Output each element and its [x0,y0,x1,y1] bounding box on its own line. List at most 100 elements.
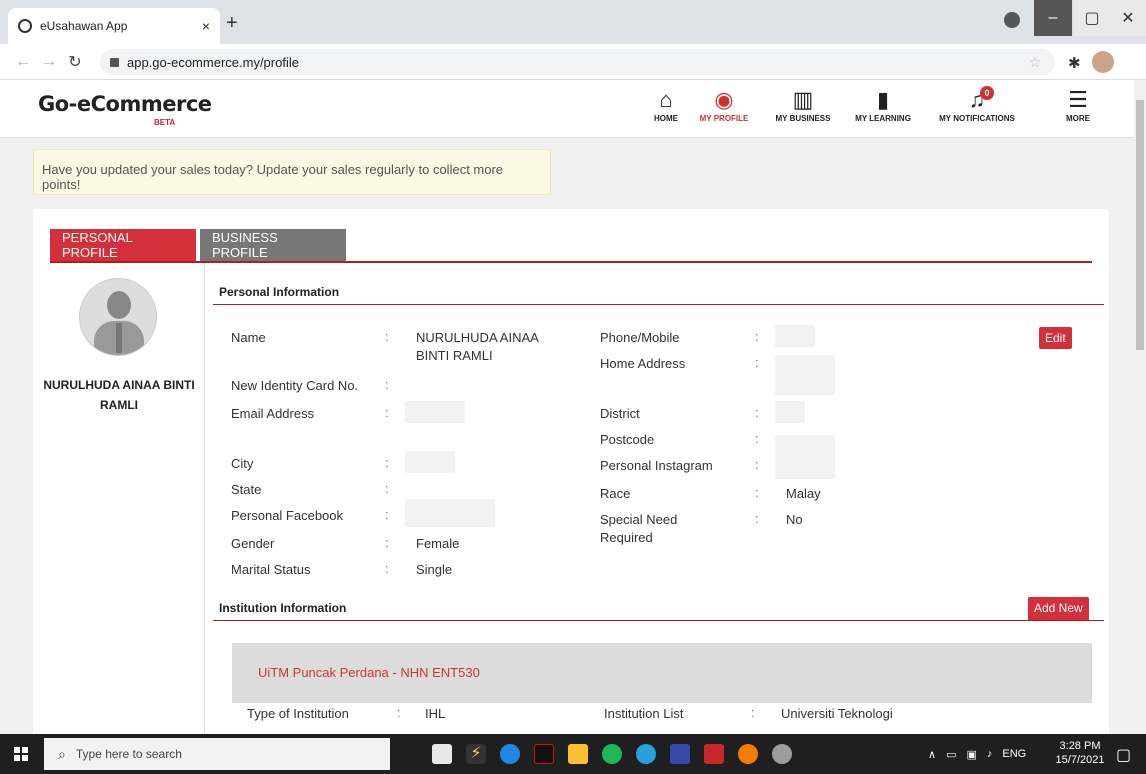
label-name: Name [231,330,266,345]
label-race: Race [600,486,631,501]
taskbar-clock[interactable]: 3:28 PM 15/7/2021 [1052,739,1108,767]
redacted-district [775,401,805,423]
url-text: app.go-ecommerce.my/profile [127,54,299,70]
label-type-of-institution: Type of Institution [247,706,349,721]
personal-info-heading: Personal Information [219,285,340,299]
label-instagram: Personal Instagram [600,458,713,473]
label-district: District [600,406,640,421]
redacted-email [405,401,465,423]
edit-button[interactable]: Edit [1039,327,1072,349]
tab-close-icon[interactable]: × [202,18,210,34]
site-favicon-icon [18,19,32,33]
label-home-address: Home Address [600,356,686,371]
colon: : [385,405,389,420]
colon: : [385,507,389,522]
spotify-icon[interactable] [602,744,622,764]
back-arrow-icon[interactable]: ← [10,53,36,71]
tab-title: eUsahawan App [40,19,128,33]
colon: : [755,511,759,526]
edge-browser-icon[interactable] [500,744,520,764]
browser-extension-icon[interactable] [1004,12,1020,28]
nav-my-profile[interactable]: ◉ MY PROFILE [696,86,752,123]
colon: : [751,705,755,720]
minimize-button[interactable]: – [1034,0,1072,36]
redacted-facebook [405,499,495,527]
label-phone: Phone/Mobile [600,330,680,345]
tab-business-profile[interactable]: BUSINESS PROFILE [200,229,346,261]
redacted-instagram [775,453,835,479]
nav-learning-label: MY LEARNING [855,114,911,123]
hamburger-menu-icon: ☰ [1068,87,1088,112]
bolt-app-icon[interactable]: ⚡ [466,744,486,764]
beta-label: BETA [154,118,176,127]
nav-my-learning[interactable]: ▮ MY LEARNING [850,86,916,123]
tab-underline [50,261,1092,263]
windows-taskbar: ⌕ Type here to search ⚡ ∧ ▭ ▣ ♪ ENG 3:28… [0,734,1146,774]
extensions-puzzle-icon[interactable]: ✱ [1068,54,1081,72]
column-divider [204,263,205,739]
forward-arrow-icon[interactable]: → [36,53,62,71]
nav-my-notifications[interactable]: ♫ 0 MY NOTIFICATIONS [934,86,1020,123]
colon: : [755,485,759,500]
sales-reminder-banner: Have you updated your sales today? Updat… [33,149,551,195]
scrollbar-thumb[interactable] [1136,100,1144,350]
label-special-need: Special Need Required [600,512,678,545]
colon: : [385,481,389,496]
browser-profile-avatar[interactable] [1092,51,1114,73]
nav-home[interactable]: ⌂ HOME [646,86,686,123]
app-icon[interactable] [670,744,690,764]
add-new-institution-button[interactable]: Add New [1028,597,1089,621]
label-ic: New Identity Card No. [231,378,359,393]
bell-icon: ♫ [968,87,986,112]
label-facebook: Personal Facebook [231,508,344,523]
tray-network-icon[interactable]: ▣ [966,748,976,761]
lock-icon [110,57,119,67]
institution-entry-header[interactable]: UiTM Puncak Perdana - NHN ENT530 [232,643,1092,703]
telegram-icon[interactable] [636,744,656,764]
nav-my-business[interactable]: ▥ MY BUSINESS [770,86,836,123]
app-logo[interactable]: Go-eCommerce [38,92,212,116]
institution-info-divider [213,620,1104,621]
netflix-icon[interactable] [534,744,554,764]
label-city: City [231,456,254,471]
reload-icon[interactable]: ↻ [62,52,88,72]
value-special-need: No [786,512,803,527]
maximize-button[interactable]: ▢ [1074,0,1110,36]
redacted-address [775,355,835,395]
file-explorer-icon[interactable] [568,744,588,764]
avatar-head-shape [107,291,131,319]
colon: : [385,561,389,576]
vpn-icon[interactable] [738,744,758,764]
taskbar-search-placeholder: Type here to search [75,747,182,761]
colon: : [755,431,759,446]
colon: : [397,705,401,720]
bookmark-star-icon[interactable]: ☆ [1028,54,1041,71]
tab-personal-profile[interactable]: PERSONAL PROFILE [50,229,196,261]
tray-chevron-up-icon[interactable]: ∧ [928,748,936,761]
taskbar-search-input[interactable]: ⌕ Type here to search [44,738,390,770]
nav-notifications-label: MY NOTIFICATIONS [939,114,1015,123]
action-center-icon[interactable]: ▢ [1116,745,1131,765]
profile-name: NURULHUDA AINAA BINTI RAMLI [43,378,195,412]
store-icon[interactable] [432,744,452,764]
avatar [79,278,157,356]
tray-language[interactable]: ENG [1002,748,1026,760]
tray-battery-icon[interactable]: ▭ [946,748,956,761]
institution-entry-title[interactable]: UiTM Puncak Perdana - NHN ENT530 [258,665,480,680]
page-scrollbar[interactable] [1134,80,1146,734]
nav-more[interactable]: ☰ MORE [1058,86,1098,123]
windows-start-icon[interactable] [14,747,28,761]
url-input[interactable]: app.go-ecommerce.my/profile ☆ [100,49,1055,75]
tray-volume-icon[interactable]: ♪ [987,748,993,760]
mcafee-icon[interactable] [704,744,724,764]
institution-info-heading: Institution Information [219,601,347,615]
browser-tab[interactable]: eUsahawan App × [8,8,220,44]
close-window-button[interactable]: ✕ [1110,0,1146,36]
new-tab-button[interactable]: + [226,12,238,35]
colon: : [755,329,759,344]
colon: : [385,329,389,344]
app-header: Go-eCommerce BETA ⌂ HOME ◉ MY PROFILE ▥ … [0,80,1134,138]
label-postcode: Postcode [600,432,655,447]
chrome-icon[interactable] [772,744,792,764]
value-type-of-institution: IHL [425,706,446,721]
